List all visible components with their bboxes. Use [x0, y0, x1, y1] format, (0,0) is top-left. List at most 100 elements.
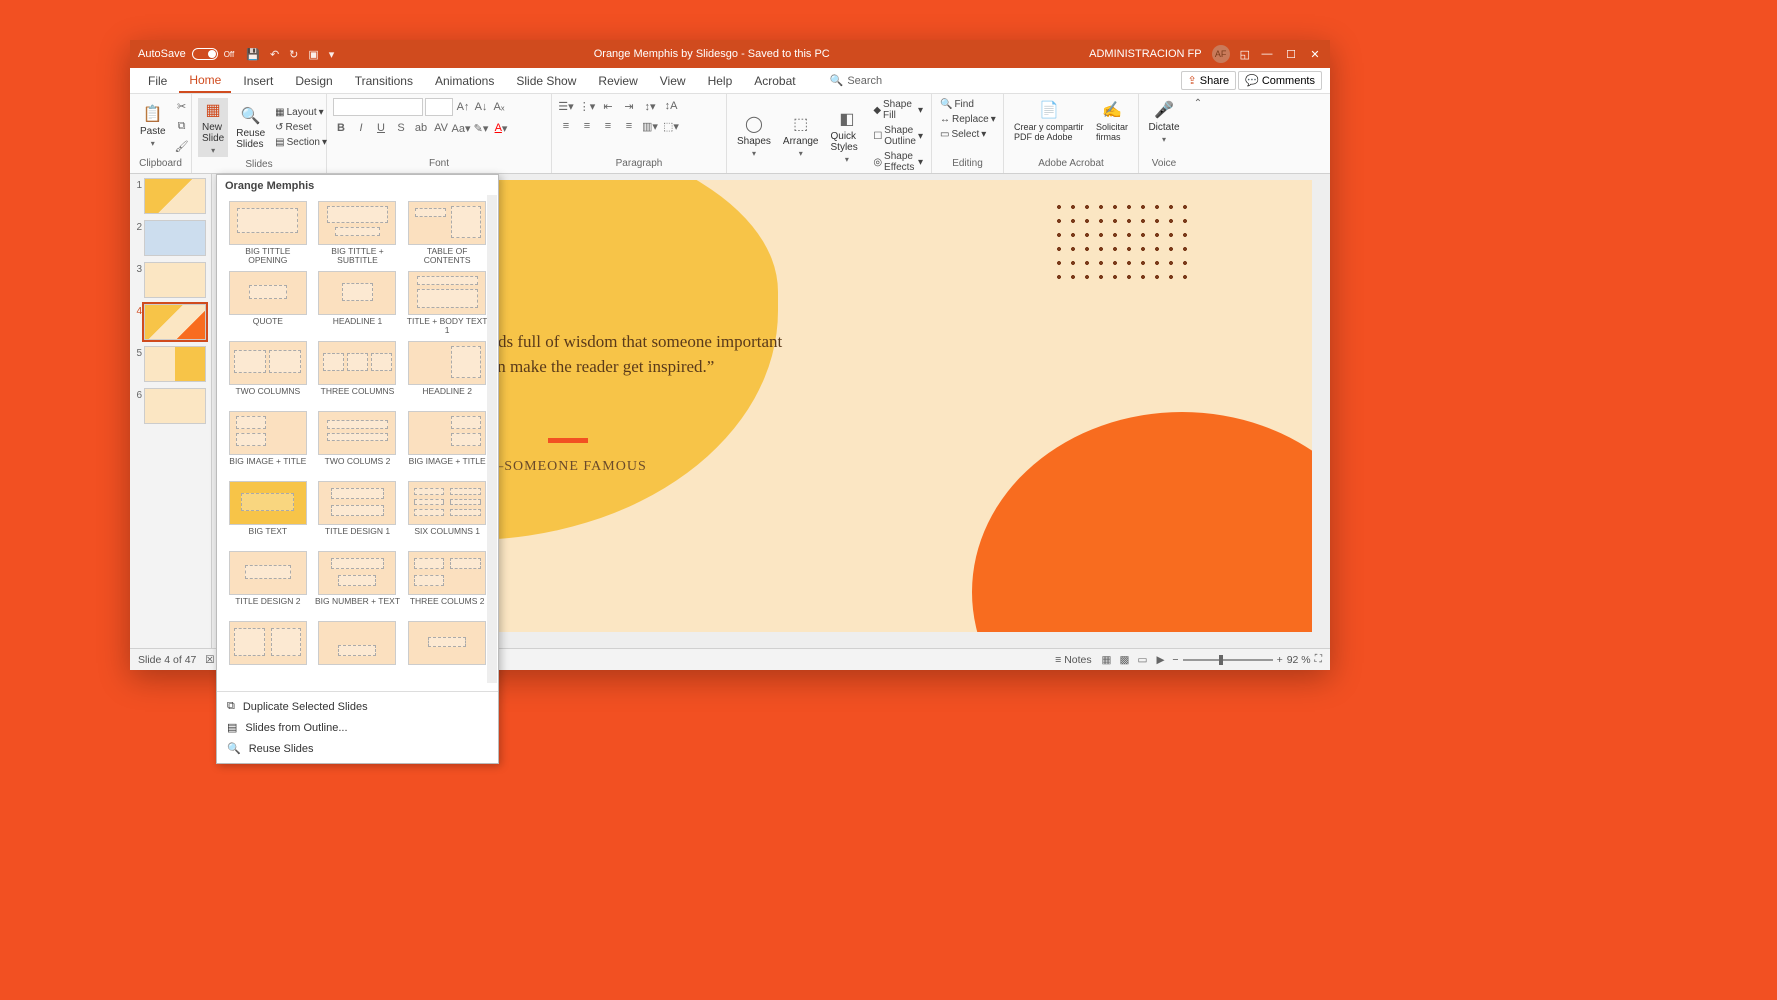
layout-option[interactable]: TWO COLUMS 2 [315, 411, 401, 477]
thumb-6[interactable] [144, 388, 206, 424]
layout-option[interactable] [315, 621, 401, 687]
tab-design[interactable]: Design [285, 70, 342, 92]
align-center-icon[interactable]: ≡ [579, 118, 595, 134]
tab-home[interactable]: Home [179, 69, 231, 93]
layout-option[interactable]: THREE COLUMNS [315, 341, 401, 407]
layout-option[interactable]: TITLE DESIGN 2 [225, 551, 311, 617]
comments-button[interactable]: 💬Comments [1238, 71, 1322, 90]
section-button[interactable]: ▤ Section ▾ [273, 136, 329, 149]
zoom-in-icon[interactable]: + [1277, 654, 1283, 666]
duplicate-slides-item[interactable]: ⧉Duplicate Selected Slides [217, 696, 498, 717]
ribbon-mode-icon[interactable]: ◱ [1240, 48, 1250, 61]
replace-button[interactable]: ↔ Replace ▾ [938, 113, 997, 126]
find-button[interactable]: 🔍 Find [938, 98, 997, 111]
thumb-4[interactable] [144, 304, 206, 340]
slideshow-view-icon[interactable]: ▶ [1152, 654, 1170, 666]
normal-view-icon[interactable]: ▦ [1098, 654, 1116, 666]
accessibility-icon[interactable]: ☒ [205, 654, 214, 666]
bullets-icon[interactable]: ☰▾ [558, 98, 574, 114]
copy-icon[interactable]: ⧉ [174, 118, 190, 134]
gallery-scrollbar[interactable] [487, 195, 497, 683]
font-family-select[interactable] [333, 98, 423, 116]
tab-file[interactable]: File [138, 70, 177, 92]
tab-help[interactable]: Help [698, 70, 743, 92]
layout-option[interactable] [225, 621, 311, 687]
tab-view[interactable]: View [650, 70, 696, 92]
font-size-select[interactable] [425, 98, 453, 116]
font-color-icon[interactable]: A▾ [493, 120, 509, 136]
quick-styles-button[interactable]: ◧Quick Styles▾ [827, 107, 868, 166]
align-right-icon[interactable]: ≡ [600, 118, 616, 134]
bold-icon[interactable]: B [333, 120, 349, 136]
adobe-share-button[interactable]: 📄Crear y compartir PDF de Adobe [1010, 98, 1088, 144]
slides-from-outline-item[interactable]: ▤Slides from Outline... [217, 717, 498, 738]
layout-option[interactable]: BIG NUMBER + TEXT [315, 551, 401, 617]
italic-icon[interactable]: I [353, 120, 369, 136]
layout-option[interactable]: TABLE OF CONTENTS [404, 201, 490, 267]
layout-option[interactable]: BIG IMAGE + TITLE [404, 411, 490, 477]
layout-option[interactable]: HEADLINE 1 [315, 271, 401, 337]
indent-dec-icon[interactable]: ⇤ [600, 98, 616, 114]
clear-format-icon[interactable]: Aₓ [491, 99, 507, 115]
tab-acrobat[interactable]: Acrobat [744, 70, 805, 92]
format-painter-icon[interactable]: 🖌 [174, 138, 190, 154]
layout-option[interactable]: BIG TITTLE OPENING [225, 201, 311, 267]
tab-review[interactable]: Review [588, 70, 647, 92]
search-box[interactable]: 🔍Search [830, 74, 883, 87]
shadow-icon[interactable]: ab [413, 120, 429, 136]
new-slide-button[interactable]: ▦New Slide▾ [198, 98, 228, 157]
text-direction-icon[interactable]: ↕A [663, 98, 679, 114]
layout-option[interactable] [404, 621, 490, 687]
reading-view-icon[interactable]: ▭ [1134, 654, 1152, 666]
shape-effects-button[interactable]: ◎ Shape Effects ▾ [871, 150, 925, 174]
smartart-icon[interactable]: ⬚▾ [663, 118, 679, 134]
redo-icon[interactable]: ↻ [289, 48, 298, 61]
layout-option[interactable]: BIG IMAGE + TITLE [225, 411, 311, 477]
maximize-icon[interactable]: ☐ [1284, 48, 1298, 61]
autosave-toggle[interactable]: AutoSave Off [138, 48, 234, 60]
arrange-button[interactable]: ⬚Arrange▾ [779, 112, 823, 160]
cut-icon[interactable]: ✂ [174, 98, 190, 114]
shape-outline-button[interactable]: ☐ Shape Outline ▾ [871, 124, 925, 148]
zoom-slider[interactable] [1183, 659, 1273, 661]
columns-icon[interactable]: ▥▾ [642, 118, 658, 134]
layout-option[interactable]: THREE COLUMS 2 [404, 551, 490, 617]
tab-insert[interactable]: Insert [233, 70, 283, 92]
tab-slideshow[interactable]: Slide Show [506, 70, 586, 92]
tab-animations[interactable]: Animations [425, 70, 504, 92]
notes-button[interactable]: ≡ Notes [1055, 654, 1091, 666]
layout-option[interactable]: TITLE DESIGN 1 [315, 481, 401, 547]
paste-button[interactable]: 📋Paste▾ [136, 102, 170, 150]
increase-font-icon[interactable]: A↑ [455, 99, 471, 115]
share-button[interactable]: ⇪Share [1181, 71, 1237, 90]
align-left-icon[interactable]: ≡ [558, 118, 574, 134]
thumb-1[interactable] [144, 178, 206, 214]
thumb-2[interactable] [144, 220, 206, 256]
spacing-icon[interactable]: AV [433, 120, 449, 136]
dictate-button[interactable]: 🎤Dictate▾ [1145, 98, 1183, 146]
layout-button[interactable]: ▦ Layout ▾ [273, 106, 329, 119]
minimize-icon[interactable]: — [1260, 48, 1274, 60]
decrease-font-icon[interactable]: A↓ [473, 99, 489, 115]
strike-icon[interactable]: S [393, 120, 409, 136]
zoom-control[interactable]: − + 92 % ⛶ [1172, 653, 1322, 666]
layout-option[interactable]: HEADLINE 2 [404, 341, 490, 407]
collapse-ribbon-icon[interactable]: ⌃ [1194, 98, 1202, 109]
fit-window-icon[interactable]: ⛶ [1315, 653, 1322, 666]
line-spacing-icon[interactable]: ↕▾ [642, 98, 658, 114]
sorter-view-icon[interactable]: ▩ [1116, 654, 1134, 666]
layout-option[interactable]: QUOTE [225, 271, 311, 337]
thumb-5[interactable] [144, 346, 206, 382]
close-icon[interactable]: ✕ [1308, 48, 1322, 61]
thumb-3[interactable] [144, 262, 206, 298]
select-button[interactable]: ▭ Select ▾ [938, 128, 997, 141]
reset-button[interactable]: ↺ Reset [273, 121, 329, 134]
layout-option[interactable]: TWO COLUMNS [225, 341, 311, 407]
highlight-icon[interactable]: ✎▾ [473, 120, 489, 136]
shape-fill-button[interactable]: ◆ Shape Fill ▾ [871, 98, 925, 122]
layout-option[interactable]: TITLE + BODY TEXT 1 [404, 271, 490, 337]
slideshow-icon[interactable]: ▣ [308, 48, 318, 61]
numbering-icon[interactable]: ⋮▾ [579, 98, 595, 114]
case-icon[interactable]: Aa▾ [453, 120, 469, 136]
underline-icon[interactable]: U [373, 120, 389, 136]
